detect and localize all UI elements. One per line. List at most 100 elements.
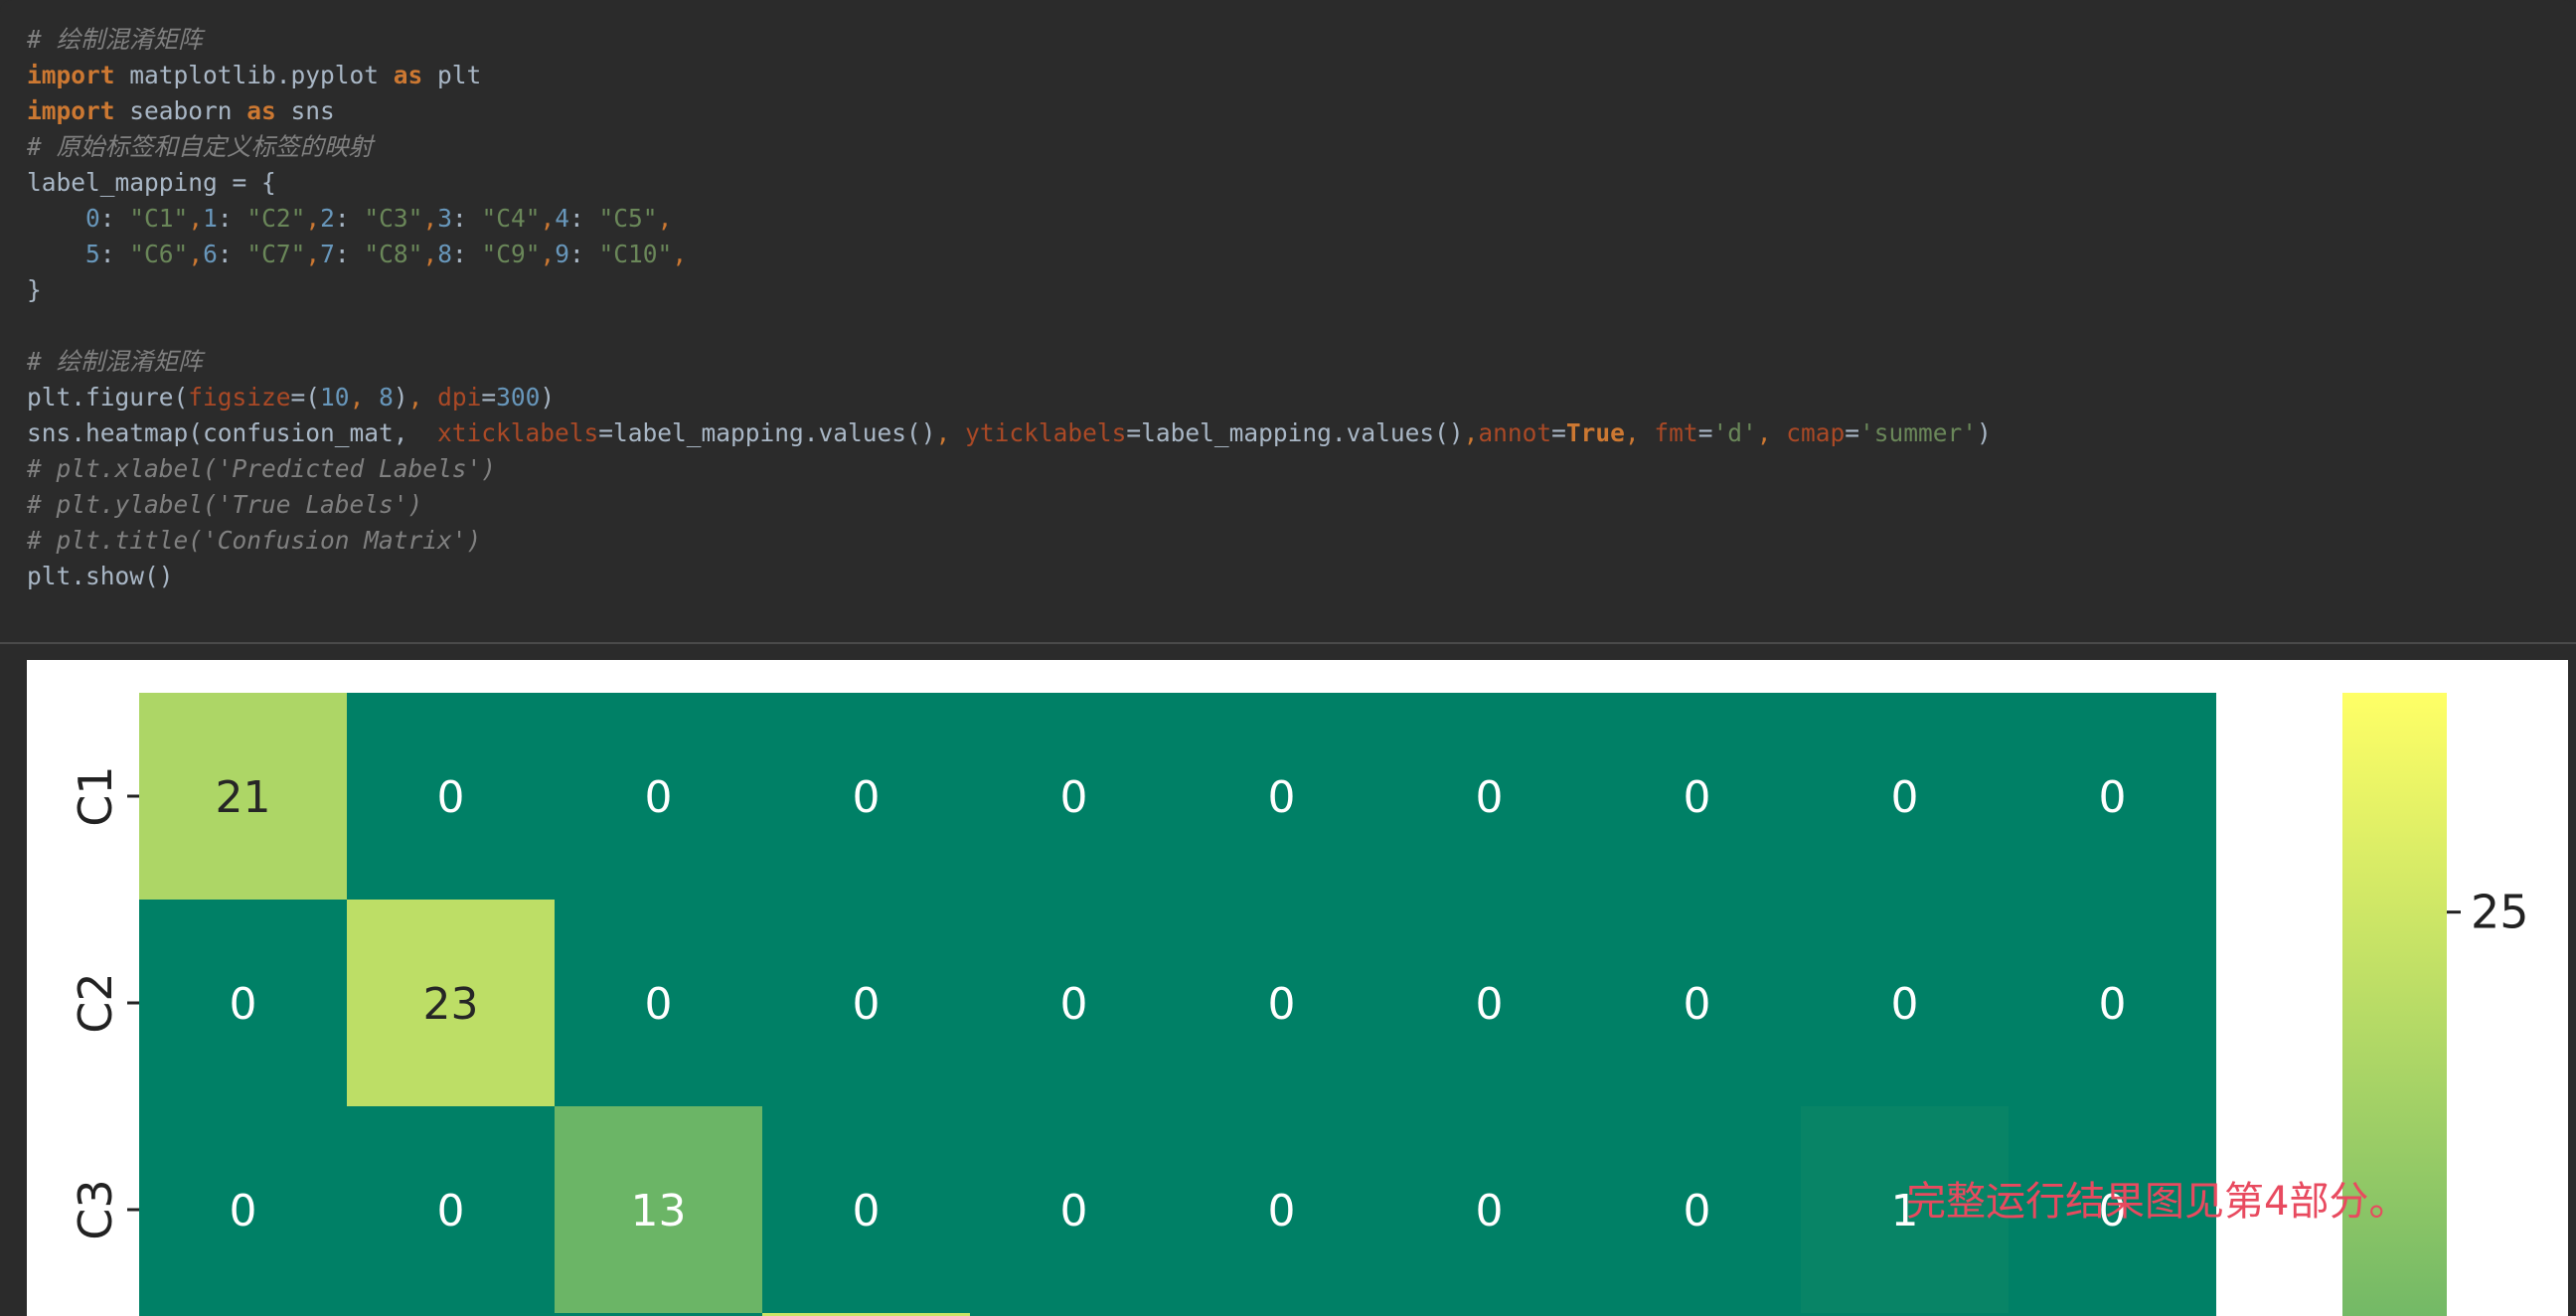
cell-value-label: 0 — [1891, 979, 1919, 1030]
code-token: xticklabels — [437, 418, 599, 447]
code-token: : — [217, 204, 247, 233]
code-line: plt.figure(figsize=(10, 8), dpi=300) — [27, 380, 1992, 415]
code-token: : — [334, 240, 365, 268]
code-line: # 绘制混淆矩阵 — [27, 344, 1992, 380]
code-token: fmt — [1654, 418, 1698, 447]
cell-value-label: 0 — [1060, 772, 1088, 823]
code-token: , — [1624, 418, 1655, 447]
code-line: # plt.xlabel('Predicted Labels') — [27, 451, 1992, 487]
code-token: , — [407, 383, 438, 411]
cell-value-label: 0 — [2099, 772, 2127, 823]
code-token: 9 — [555, 240, 570, 268]
code-token: : — [99, 204, 130, 233]
cell-value-label: 0 — [1268, 772, 1296, 823]
code-line: import matplotlib.pyplot as plt — [27, 58, 1992, 93]
code-token: as — [246, 96, 276, 125]
code-line: import seaborn as sns — [27, 93, 1992, 129]
code-token: : — [569, 240, 599, 268]
code-token: label_mapping = { — [27, 168, 276, 197]
code-token: , — [1463, 418, 1479, 447]
code-token: =( — [290, 383, 321, 411]
code-line: # plt.title('Confusion Matrix') — [27, 523, 1992, 559]
cell-value-label: 0 — [645, 979, 673, 1030]
cell-value-label: 0 — [1476, 1186, 1504, 1236]
cell-value-label: 0 — [1476, 772, 1504, 823]
code-token: "C7" — [246, 240, 306, 268]
code-token: ) — [393, 383, 408, 411]
code-line: label_mapping = { — [27, 165, 1992, 201]
code-token: 7 — [320, 240, 335, 268]
code-token: : — [334, 204, 365, 233]
cell-value-label: 0 — [1060, 1186, 1088, 1236]
cell-value-label: 23 — [423, 979, 479, 1030]
code-token: annot — [1478, 418, 1552, 447]
cell-value-label: 0 — [1060, 979, 1088, 1030]
code-line: 0: "C1",1: "C2",2: "C3",3: "C4",4: "C5", — [27, 201, 1992, 237]
code-token: "C4" — [481, 204, 541, 233]
code-token: sns.heatmap(confusion_mat, — [27, 418, 438, 447]
code-token: = — [1697, 418, 1713, 447]
code-token: as — [393, 61, 423, 89]
cell-value-label: 0 — [853, 772, 881, 823]
code-token: : — [569, 204, 599, 233]
cell-value-label: 13 — [631, 1186, 687, 1236]
code-token: =label_mapping.values() — [598, 418, 936, 447]
code-token: 300 — [496, 383, 541, 411]
code-token: "C10" — [598, 240, 673, 268]
code-token: # plt.ylabel('True Labels') — [27, 490, 423, 519]
colorbar-tick-label: 25 — [2471, 886, 2529, 939]
code-token: matplotlib.pyplot — [114, 61, 394, 89]
code-token: import — [27, 61, 115, 89]
code-line: # 绘制混淆矩阵 — [27, 22, 1992, 58]
code-token: figsize — [188, 383, 291, 411]
code-token: plt — [422, 61, 482, 89]
code-token: plt.show() — [27, 562, 174, 590]
code-token: 'd' — [1712, 418, 1757, 447]
code-token: =label_mapping.values() — [1126, 418, 1464, 447]
code-token: , — [188, 204, 204, 233]
code-token: "C2" — [246, 204, 306, 233]
code-line: # plt.ylabel('True Labels') — [27, 487, 1992, 523]
code-token: : — [451, 204, 482, 233]
code-token: True — [1565, 418, 1625, 447]
cell-divider — [0, 642, 2576, 644]
code-token: = — [481, 383, 497, 411]
code-token: 1 — [203, 204, 218, 233]
code-token: , — [1756, 418, 1787, 447]
cell-value-label: 0 — [1684, 772, 1711, 823]
cell-value-label: 0 — [1476, 979, 1504, 1030]
cell-value-label: 0 — [230, 1186, 257, 1236]
code-token: yticklabels — [965, 418, 1127, 447]
code-token: "C3" — [364, 204, 423, 233]
code-token: plt.figure( — [27, 383, 189, 411]
code-token: ) — [1977, 418, 1992, 447]
code-token: 6 — [203, 240, 218, 268]
cell-value-label: 21 — [216, 772, 271, 823]
y-tick-label: C2 — [69, 972, 122, 1033]
y-tick-label: C1 — [69, 765, 122, 826]
code-token: 8 — [379, 383, 394, 411]
code-token: , — [305, 240, 321, 268]
code-token: = — [1845, 418, 1860, 447]
notebook-view: # 绘制混淆矩阵 import matplotlib.pyplot as plt i… — [0, 0, 2576, 1316]
cell-value-label: 0 — [437, 1186, 465, 1236]
code-line: } — [27, 272, 1992, 308]
cell-value-label: 0 — [853, 979, 881, 1030]
code-token: 'summer' — [1859, 418, 1978, 447]
code-cell[interactable]: # 绘制混淆矩阵 import matplotlib.pyplot as plt i… — [0, 0, 2576, 642]
code-token: 0 — [85, 204, 100, 233]
code-token: seaborn — [114, 96, 247, 125]
cell-value-label: 0 — [1684, 979, 1711, 1030]
code-token: : — [451, 240, 482, 268]
code-line: # 原始标签和自定义标签的映射 — [27, 129, 1992, 165]
cell-value-label: 0 — [230, 979, 257, 1030]
cell-value-label: 0 — [437, 772, 465, 823]
code-token: : — [217, 240, 247, 268]
code-token: , — [422, 204, 438, 233]
cell-value-label: 0 — [645, 772, 673, 823]
cell-value-label: 0 — [1684, 1186, 1711, 1236]
code-token: 2 — [320, 204, 335, 233]
cell-value-label: 0 — [1891, 772, 1919, 823]
code-editor[interactable]: # 绘制混淆矩阵 import matplotlib.pyplot as plt i… — [27, 22, 1992, 594]
